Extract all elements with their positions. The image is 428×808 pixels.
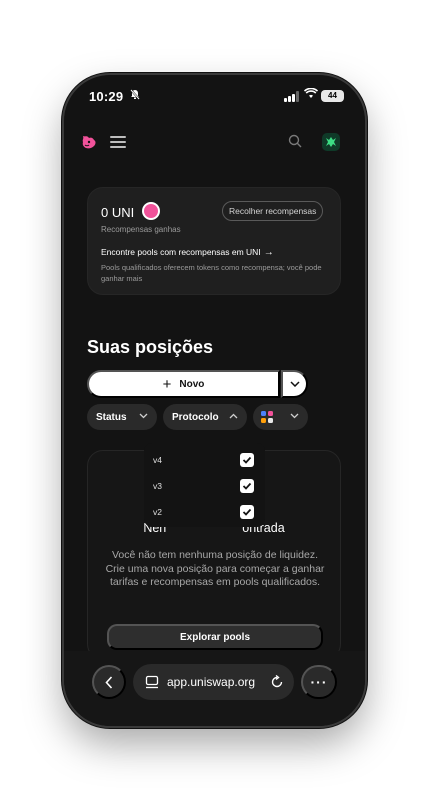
account-avatar-icon[interactable]: [322, 133, 340, 151]
arrow-right-icon: →: [263, 247, 274, 258]
network-filter[interactable]: [253, 404, 308, 430]
status-bar: 10:29 44: [64, 75, 365, 119]
new-position-button[interactable]: + Novo: [87, 370, 280, 398]
address-bar[interactable]: app.uniswap.org: [133, 664, 294, 700]
plus-icon: +: [162, 375, 172, 393]
new-position-menu-button[interactable]: [281, 370, 308, 398]
protocol-option-v2[interactable]: v2: [144, 502, 265, 524]
phone-frame: 10:29 44 0 UNI Recolher recompensas Reco…: [64, 75, 365, 726]
hamburger-menu-icon[interactable]: [110, 135, 126, 149]
chevron-down-icon: [290, 413, 299, 419]
status-time: 10:29: [89, 89, 124, 104]
muted-bell-icon: [130, 89, 140, 103]
reload-icon[interactable]: [270, 675, 284, 689]
protocol-option-v3[interactable]: v3: [144, 476, 265, 498]
uni-token-icon: [142, 202, 160, 220]
battery-indicator: 44: [321, 90, 344, 102]
chevron-down-icon: [289, 381, 300, 387]
page: 10:29 44 0 UNI Recolher recompensas Reco…: [0, 0, 428, 808]
browser-more-button[interactable]: ···: [301, 665, 337, 699]
wifi-icon: [303, 87, 319, 102]
uni-rewards-amount: 0 UNI: [101, 205, 135, 220]
protocol-option-v4[interactable]: v4: [144, 450, 265, 472]
chevron-down-icon: [139, 413, 148, 419]
search-icon[interactable]: [288, 134, 302, 148]
pools-description: Pools qualificados oferecem tokens como …: [101, 263, 322, 283]
protocol-dropdown: v4 v3 v2: [144, 443, 265, 527]
protocol-filter[interactable]: Protocolo: [163, 404, 247, 430]
page-settings-icon[interactable]: [145, 675, 159, 689]
protocol-filter-label: Protocolo: [172, 411, 219, 423]
status-filter-label: Status: [96, 411, 127, 423]
checkbox-checked-icon[interactable]: [240, 453, 254, 467]
status-filter[interactable]: Status: [87, 404, 157, 430]
protocol-option-label: v3: [153, 481, 162, 491]
positions-title: Suas posições: [87, 337, 214, 357]
rewards-earned-label: Recompensas ganhas: [101, 225, 181, 234]
checkbox-checked-icon[interactable]: [240, 479, 254, 493]
chevron-up-icon: [229, 413, 238, 419]
empty-positions-description: Você não tem nenhuma posição de liquidez…: [105, 549, 325, 588]
screen: 10:29 44 0 UNI Recolher recompensas Reco…: [64, 75, 365, 726]
all-networks-icon: [261, 411, 273, 423]
cell-signal-icon: [284, 91, 300, 102]
url-text: app.uniswap.org: [167, 675, 256, 689]
rewards-card: 0 UNI Recolher recompensas Recompensas g…: [87, 187, 341, 295]
protocol-option-label: v2: [153, 507, 162, 517]
find-pools-text: Encontre pools com recompensas em UNI: [101, 247, 261, 257]
explore-pools-button[interactable]: Explorar pools: [107, 624, 323, 650]
checkbox-checked-icon[interactable]: [240, 505, 254, 519]
collect-rewards-button[interactable]: Recolher recompensas: [222, 201, 324, 221]
protocol-option-label: v4: [153, 455, 162, 465]
new-position-label: Novo: [179, 378, 205, 390]
find-reward-pools-link[interactable]: Encontre pools com recompensas em UNI →: [101, 247, 274, 258]
uniswap-unicorn-icon[interactable]: [80, 133, 98, 151]
chevron-left-icon: [105, 675, 113, 689]
browser-back-button[interactable]: [92, 665, 126, 699]
